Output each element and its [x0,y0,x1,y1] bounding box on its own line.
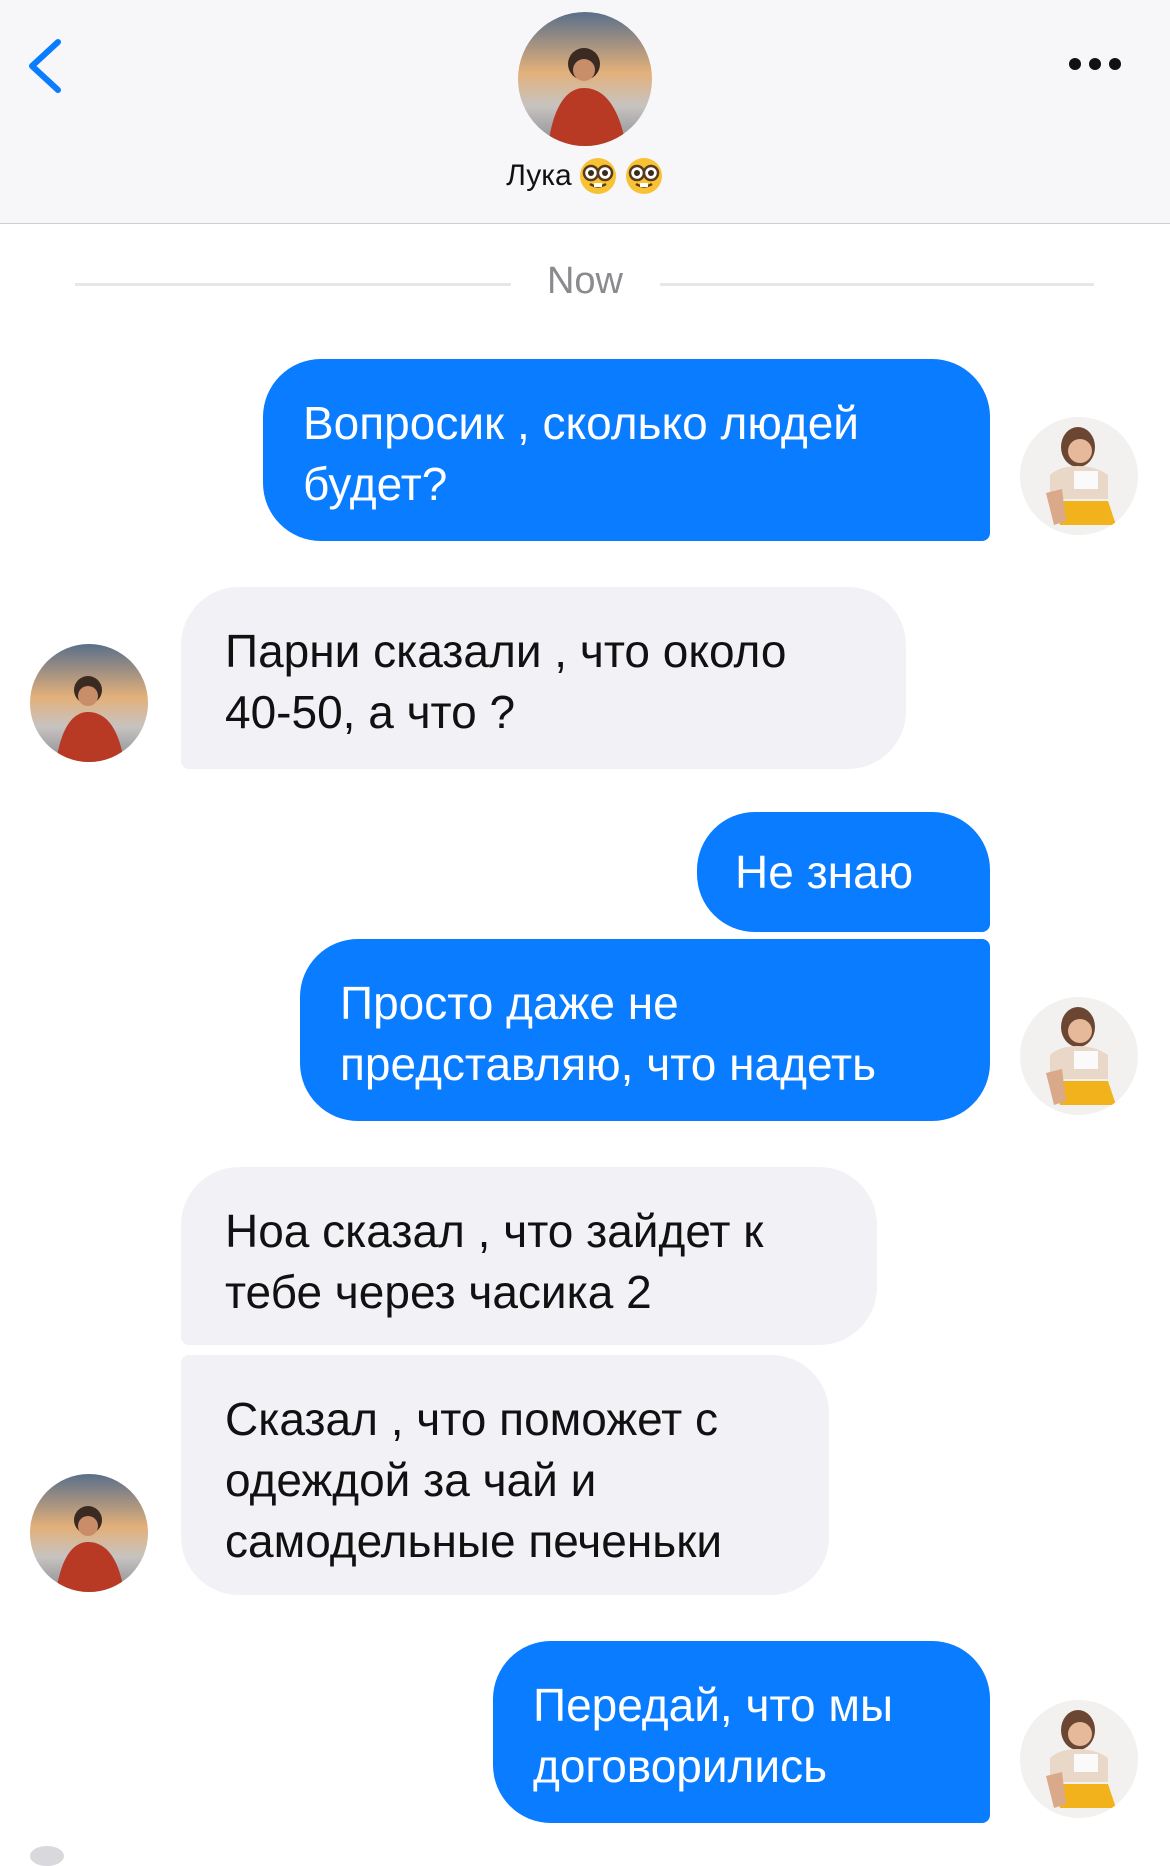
message-bubble-incoming[interactable]: Сказал , что поможет с одеждой за чай и … [181,1355,829,1595]
contact-avatar-small[interactable] [30,644,148,762]
message-line: Парни сказали , что около [225,625,787,677]
message-line: Передай, что мы [533,1679,894,1731]
message-bubble-outgoing[interactable]: Вопросик , сколько людей будет? [263,359,990,541]
my-avatar[interactable] [1020,417,1138,535]
message-line: 40-50, а что ? [225,686,516,738]
more-options-button[interactable] [1060,44,1130,84]
message-line: самодельные печеньки [225,1515,723,1567]
partial-avatar-edge [30,1846,64,1866]
message-line: Ноа сказал , что зайдет к [225,1205,764,1257]
timestamp-label: Now [546,260,624,302]
contact-avatar-small[interactable] [30,1474,148,1592]
message-line: тебе через часика 2 [225,1266,652,1318]
my-avatar[interactable] [1020,1700,1138,1818]
message-line: одеждой за чай и [225,1454,597,1506]
nerd-face-emoji-icon [578,156,618,196]
nerd-face-emoji-icon [624,156,664,196]
back-button[interactable] [20,34,80,94]
message-line: договорились [533,1740,828,1792]
contact-name-row[interactable]: Лука [0,156,1170,196]
message-bubble-incoming[interactable]: Парни сказали , что около 40-50, а что ? [181,587,906,769]
message-line: будет? [303,458,448,510]
message-bubble-outgoing[interactable]: Не знаю [697,812,990,932]
message-bubble-outgoing[interactable]: Передай, что мы договорились [493,1641,990,1823]
message-line: представляю, что надеть [340,1038,877,1090]
message-bubble-outgoing[interactable]: Просто даже не представляю, что надеть [300,939,990,1121]
my-avatar[interactable] [1020,997,1138,1115]
message-line: Вопросик , сколько людей [303,397,859,449]
divider-right [660,283,1094,286]
contact-name: Лука [506,159,572,192]
contact-avatar[interactable] [518,12,652,146]
message-line: Просто даже не [340,977,679,1029]
message-bubble-incoming[interactable]: Ноа сказал , что зайдет к тебе через час… [181,1167,877,1345]
message-line: Не знаю [735,846,914,898]
chevron-left-icon [29,39,61,93]
message-line: Сказал , что поможет с [225,1393,719,1445]
chat-header: Лука [0,0,1170,224]
ellipsis-icon [1069,58,1121,70]
